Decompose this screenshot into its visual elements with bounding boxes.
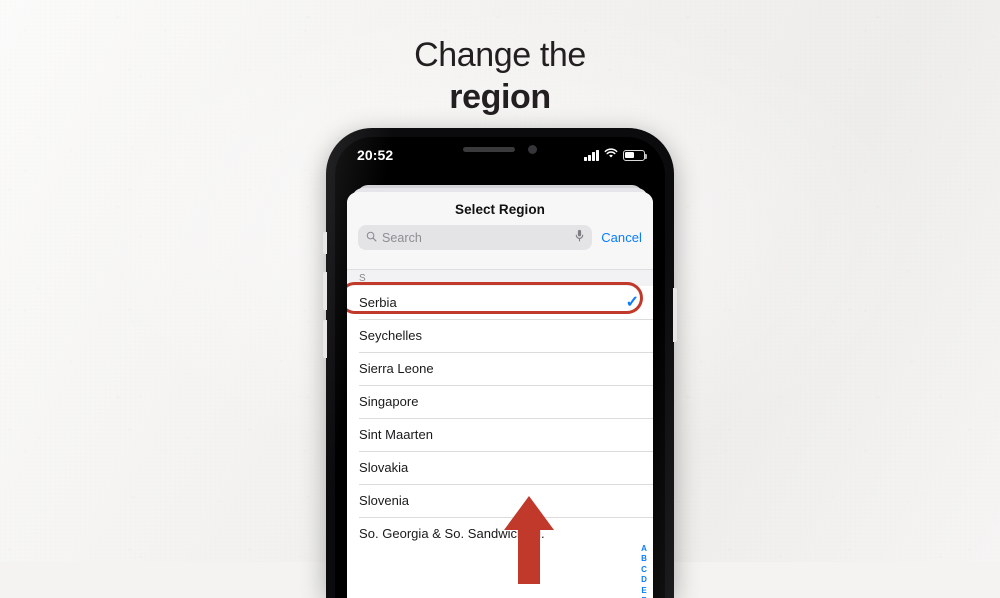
alphabet-index-letter[interactable]: E xyxy=(641,586,646,596)
search-row: Search Cancel xyxy=(347,217,653,260)
phone-notch xyxy=(425,137,575,162)
alphabet-index-letter[interactable]: A xyxy=(641,544,647,554)
region-name: Singapore xyxy=(359,394,419,409)
cancel-button[interactable]: Cancel xyxy=(601,230,642,245)
table-row[interactable]: Slovakia xyxy=(347,451,653,484)
table-row[interactable]: Seychelles xyxy=(347,319,653,352)
region-name: Slovakia xyxy=(359,460,409,475)
sheet-header: Select Region Search Cancel xyxy=(347,192,653,269)
microphone-icon[interactable] xyxy=(575,229,584,247)
region-list[interactable]: Serbia ✓ Seychelles Sierra Leone Singapore Si… xyxy=(347,282,653,598)
page-canvas: Change the region 20:52 Select Region Se… xyxy=(0,0,1000,598)
list-section-header: S xyxy=(347,269,653,286)
page-title: Change the region xyxy=(0,36,1000,118)
region-name: Sint Maarten xyxy=(359,427,433,442)
speaker-slit-icon xyxy=(463,147,515,152)
region-name: So. Georgia & So. Sandwich Isl. xyxy=(359,526,545,541)
region-name: Seychelles xyxy=(359,328,423,343)
front-camera-icon xyxy=(528,145,537,154)
table-row[interactable]: Serbia ✓ xyxy=(347,282,653,319)
alphabet-index-letter[interactable]: C xyxy=(641,565,647,575)
sheet-title: Select Region xyxy=(455,202,545,217)
volume-down-button[interactable] xyxy=(323,320,327,358)
battery-icon xyxy=(623,149,647,161)
status-bar-time: 20:52 xyxy=(357,147,394,163)
headline-line-2: region xyxy=(449,78,551,117)
search-placeholder-text: Search xyxy=(382,230,422,245)
table-row[interactable]: Sint Maarten xyxy=(347,418,653,451)
region-name: Slovenia xyxy=(359,493,410,508)
cellular-bars-icon xyxy=(584,149,599,161)
region-name: Serbia xyxy=(359,295,397,310)
table-row[interactable]: So. Georgia & So. Sandwich Isl. xyxy=(347,517,653,550)
headline-line-1: Change the xyxy=(414,36,586,74)
search-icon xyxy=(366,229,377,247)
up-arrow-annotation-icon xyxy=(502,494,556,586)
checkmark-icon: ✓ xyxy=(625,293,639,311)
table-row[interactable]: Sierra Leone xyxy=(347,352,653,385)
status-bar-icons xyxy=(584,146,647,164)
phone-mockup: 20:52 Select Region Search Cancel S Serb… xyxy=(323,128,677,598)
table-row[interactable]: Slovenia xyxy=(347,484,653,517)
region-name: Sierra Leone xyxy=(359,361,434,376)
table-row[interactable]: Singapore xyxy=(347,385,653,418)
mute-switch-button[interactable] xyxy=(323,232,327,254)
alphabet-index-letter[interactable]: B xyxy=(641,554,647,564)
phone-screen: 20:52 Select Region Search Cancel S Serb… xyxy=(335,137,665,598)
search-input[interactable]: Search xyxy=(358,225,593,250)
alphabet-index-letter[interactable]: D xyxy=(641,575,647,585)
wifi-icon xyxy=(604,146,618,164)
power-button[interactable] xyxy=(673,288,677,342)
volume-up-button[interactable] xyxy=(323,272,327,310)
select-region-sheet: Select Region Search Cancel S Serbia ✓ S… xyxy=(347,192,653,598)
alphabet-index-scrubber[interactable]: ABCDEFGHIJKLMNOPQ xyxy=(638,544,650,598)
